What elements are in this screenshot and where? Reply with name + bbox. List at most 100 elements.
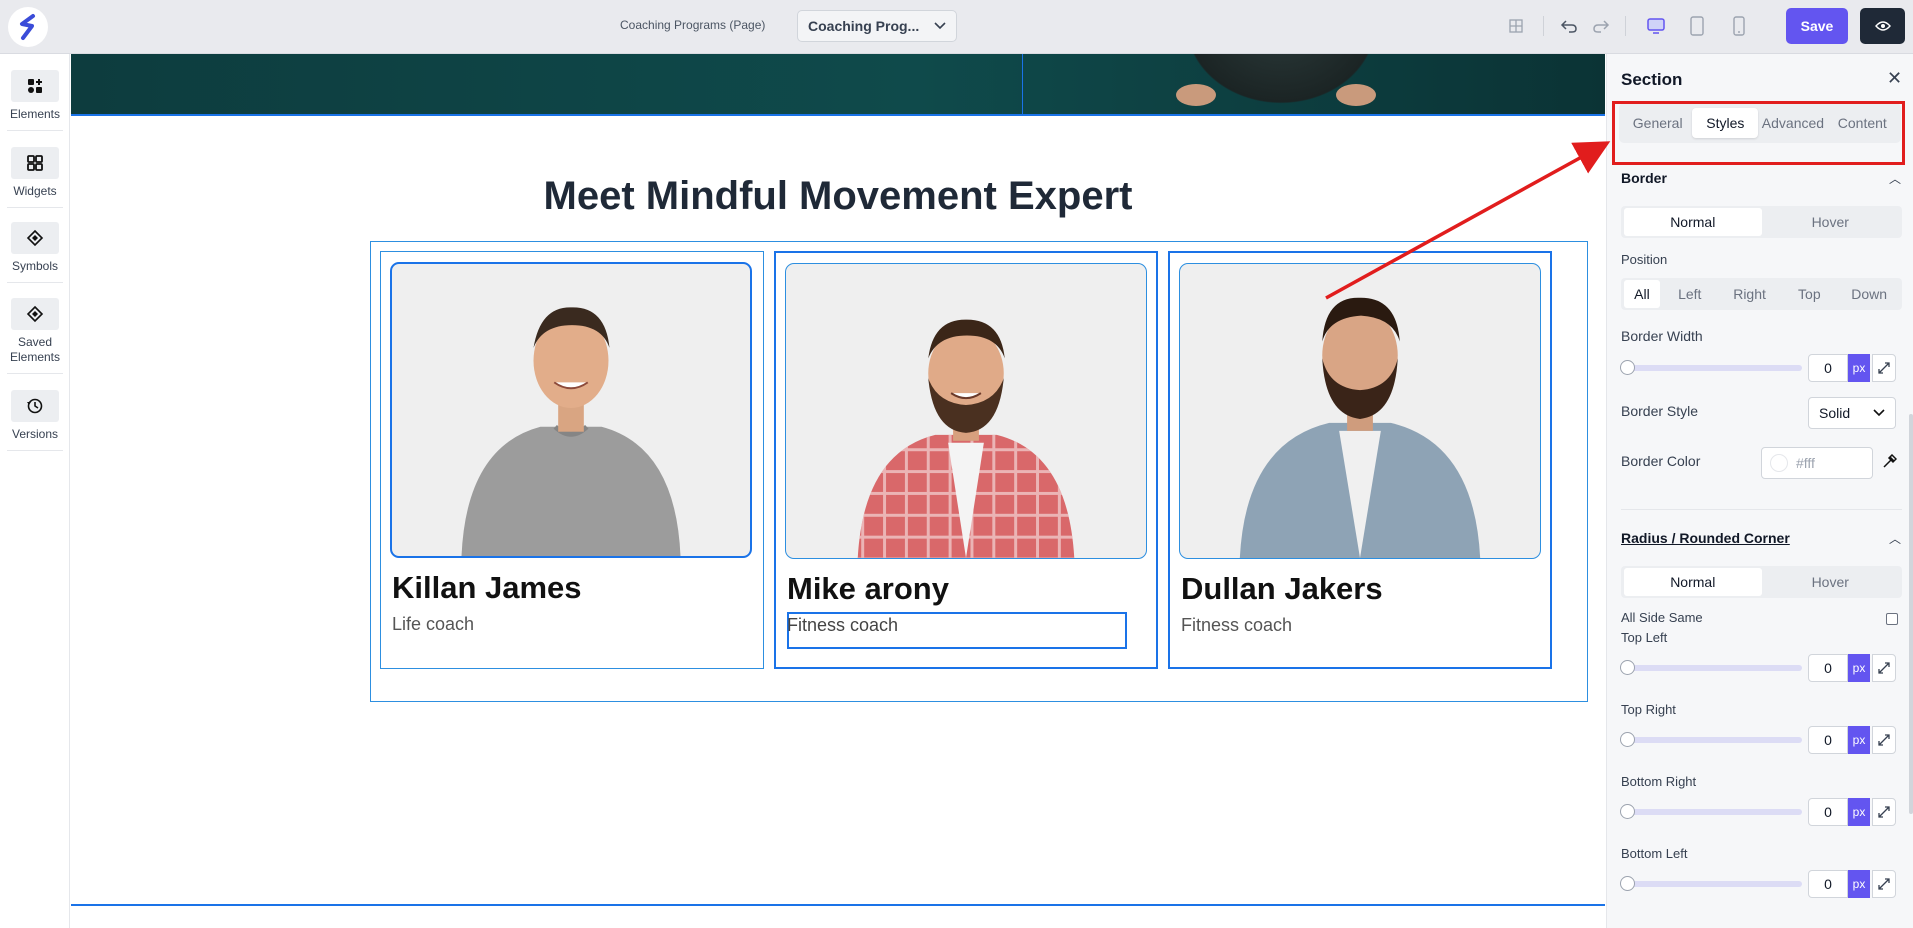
- top-left-input[interactable]: 0: [1808, 654, 1848, 682]
- panel-title: Section: [1621, 70, 1683, 89]
- chevron-up-icon[interactable]: ︿: [1889, 170, 1901, 187]
- tab-radius-hover[interactable]: Hover: [1762, 568, 1900, 596]
- coach-role[interactable]: Fitness coach: [1181, 615, 1292, 636]
- top-left-label: Top Left: [1621, 630, 1668, 645]
- section-boundary: [71, 904, 1605, 906]
- coach-photo[interactable]: [785, 263, 1147, 559]
- position-all[interactable]: All: [1624, 280, 1660, 308]
- eyedropper-icon[interactable]: [1881, 453, 1898, 475]
- tab-border-normal[interactable]: Normal: [1624, 208, 1762, 236]
- page-select[interactable]: Coaching Prog...: [797, 10, 957, 42]
- border-width-label: Border Width: [1621, 328, 1703, 344]
- tab-radius-normal[interactable]: Normal: [1624, 568, 1762, 596]
- position-label: Position: [1621, 252, 1668, 267]
- team-cards-container[interactable]: Killan James Life coach Mike arony Fitne…: [370, 241, 1588, 702]
- redo-icon[interactable]: [1590, 15, 1612, 37]
- section-title[interactable]: Meet Mindful Movement Expert: [71, 174, 1605, 219]
- all-side-same-checkbox[interactable]: [1886, 613, 1898, 625]
- app-logo[interactable]: [8, 7, 48, 47]
- sidebar-item-versions[interactable]: Versions: [7, 390, 63, 451]
- top-left-slider[interactable]: [1620, 660, 1802, 675]
- border-width-slider[interactable]: [1620, 360, 1802, 375]
- team-card[interactable]: Dullan Jakers Fitness coach: [1168, 251, 1552, 669]
- sidebar-item-label: Symbols: [11, 259, 58, 273]
- border-color-placeholder: #fff: [1796, 455, 1815, 471]
- saved-elements-icon: [11, 298, 59, 330]
- panel-scrollbar[interactable]: [1909, 414, 1913, 814]
- sidebar-item-widgets[interactable]: Widgets: [7, 147, 63, 208]
- chevron-down-icon: [934, 22, 946, 30]
- top-right-slider[interactable]: [1620, 732, 1802, 747]
- unit-selector[interactable]: px: [1848, 798, 1870, 826]
- sidebar-item-elements[interactable]: Elements: [7, 70, 63, 131]
- unit-selector[interactable]: px: [1848, 870, 1870, 898]
- coach-photo[interactable]: [1179, 263, 1541, 559]
- unit-selector[interactable]: px: [1848, 654, 1870, 682]
- coach-name[interactable]: Killan James: [392, 570, 582, 606]
- tab-border-hover[interactable]: Hover: [1762, 208, 1900, 236]
- bottom-left-input[interactable]: 0: [1808, 870, 1848, 898]
- elements-icon: [11, 70, 59, 102]
- border-width-input[interactable]: 0: [1808, 354, 1848, 382]
- symbols-icon: [11, 222, 59, 254]
- page-select-value: Coaching Prog...: [808, 18, 920, 34]
- slider-handle[interactable]: [1620, 660, 1635, 675]
- border-state-tabs: Normal Hover: [1621, 206, 1902, 238]
- preview-button[interactable]: [1860, 8, 1905, 44]
- top-right-label: Top Right: [1621, 702, 1676, 717]
- expand-icon[interactable]: [1872, 654, 1896, 682]
- coach-photo[interactable]: [390, 262, 752, 558]
- border-position-tabs: All Left Right Top Down: [1621, 278, 1902, 310]
- hero-section[interactable]: [71, 54, 1605, 116]
- column-divider: [1022, 54, 1023, 116]
- expand-icon[interactable]: [1872, 798, 1896, 826]
- expand-icon[interactable]: [1872, 354, 1896, 382]
- slider-handle[interactable]: [1620, 876, 1635, 891]
- coach-name[interactable]: Dullan Jakers: [1181, 571, 1383, 607]
- expand-icon[interactable]: [1872, 726, 1896, 754]
- radius-state-tabs: Normal Hover: [1621, 566, 1902, 598]
- bottom-right-input[interactable]: 0: [1808, 798, 1848, 826]
- position-top[interactable]: Top: [1779, 280, 1839, 308]
- unit-selector[interactable]: px: [1848, 726, 1870, 754]
- properties-panel: Section ✕ General Styles Advanced Conten…: [1606, 54, 1913, 928]
- sidebar-item-symbols[interactable]: Symbols: [7, 222, 63, 283]
- editor-canvas[interactable]: Meet Mindful Movement Expert Killan Jame…: [71, 54, 1605, 928]
- sidebar-item-saved-elements[interactable]: Saved Elements: [7, 298, 63, 374]
- position-right[interactable]: Right: [1720, 280, 1780, 308]
- history-icon: [11, 390, 59, 422]
- border-heading[interactable]: Border: [1621, 170, 1667, 186]
- border-color-label: Border Color: [1621, 453, 1701, 469]
- bottom-right-slider[interactable]: [1620, 804, 1802, 819]
- position-down[interactable]: Down: [1839, 280, 1899, 308]
- slider-handle[interactable]: [1620, 360, 1635, 375]
- expand-icon[interactable]: [1872, 870, 1896, 898]
- team-card[interactable]: Killan James Life coach: [380, 251, 764, 669]
- coach-name[interactable]: Mike arony: [787, 571, 949, 607]
- color-swatch[interactable]: [1770, 454, 1788, 472]
- desktop-view-icon[interactable]: [1645, 15, 1667, 37]
- undo-icon[interactable]: [1558, 15, 1580, 37]
- radius-heading[interactable]: Radius / Rounded Corner: [1621, 530, 1790, 546]
- widgets-icon: [11, 147, 59, 179]
- bottom-left-slider[interactable]: [1620, 876, 1802, 891]
- top-toolbar: Coaching Programs (Page) Coaching Prog..…: [0, 0, 1913, 54]
- border-style-select[interactable]: Solid: [1808, 397, 1896, 429]
- chevron-up-icon[interactable]: ︿: [1889, 530, 1901, 547]
- mobile-view-icon[interactable]: [1728, 15, 1750, 37]
- close-icon[interactable]: ✕: [1887, 68, 1902, 89]
- slider-handle[interactable]: [1620, 804, 1635, 819]
- border-color-input[interactable]: #fff: [1761, 447, 1873, 479]
- unit-selector[interactable]: px: [1848, 354, 1870, 382]
- logo-icon: [20, 14, 35, 40]
- top-right-input[interactable]: 0: [1808, 726, 1848, 754]
- sidebar-item-label: Elements: [9, 107, 61, 121]
- save-button[interactable]: Save: [1786, 8, 1848, 44]
- team-card[interactable]: Mike arony Fitness coach: [774, 251, 1158, 669]
- coach-role[interactable]: Fitness coach: [787, 615, 898, 636]
- coach-role[interactable]: Life coach: [392, 614, 474, 635]
- tablet-view-icon[interactable]: [1686, 15, 1708, 37]
- slider-handle[interactable]: [1620, 732, 1635, 747]
- position-left[interactable]: Left: [1660, 280, 1720, 308]
- grid-icon[interactable]: [1505, 15, 1527, 37]
